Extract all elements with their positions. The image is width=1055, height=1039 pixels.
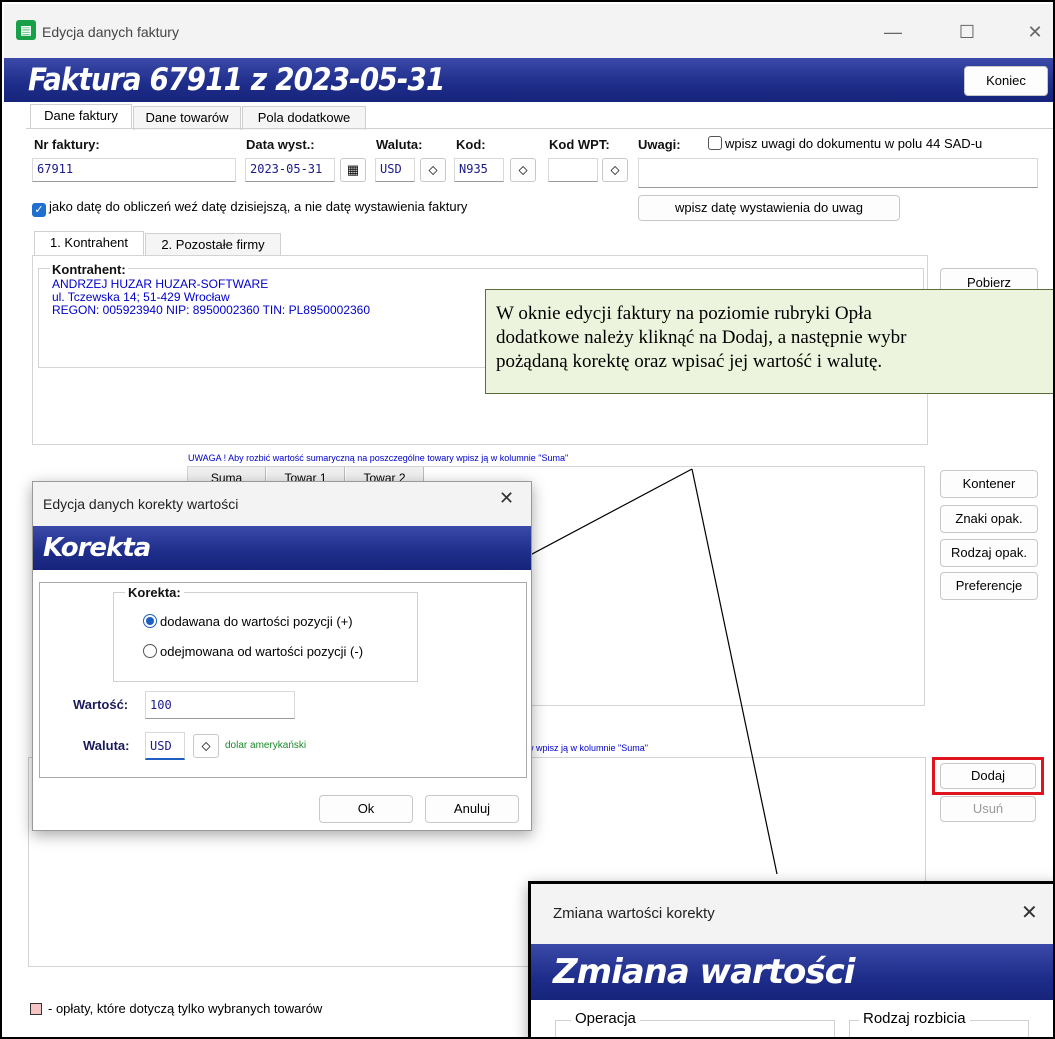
waluta-dialog-input[interactable]: USD bbox=[145, 732, 185, 760]
radio-off-icon bbox=[143, 644, 157, 658]
rodzaj-rozbicia-label: Rodzaj rozbicia bbox=[859, 1010, 970, 1027]
main-window: ▤ Edycja danych faktury — ☐ ✕ Faktura 67… bbox=[0, 0, 1055, 1039]
wartosc-label: Wartość: bbox=[73, 697, 129, 712]
radio-odejmowana[interactable]: odejmowana od wartości pozycji (-) bbox=[143, 644, 363, 659]
korekta-banner: Korekta bbox=[33, 526, 531, 570]
korekta-dialog-title: Edycja danych korekty wartości bbox=[33, 482, 531, 526]
waluta-dialog-label: Waluta: bbox=[83, 738, 130, 753]
radio-dodawana[interactable]: dodawana do wartości pozycji (+) bbox=[143, 614, 353, 629]
korekta-dialog: Edycja danych korekty wartości ✕ Korekta… bbox=[32, 481, 532, 831]
zmiana-banner: Zmiana wartości bbox=[531, 944, 1053, 1000]
operacja-label: Operacja bbox=[571, 1010, 640, 1027]
zmiana-dialog-title: Zmiana wartości korekty bbox=[531, 884, 1053, 944]
korekta-group-label: Korekta: bbox=[125, 585, 184, 600]
ok-button[interactable]: Ok bbox=[319, 795, 413, 823]
radio-odejmowana-label: odejmowana od wartości pozycji (-) bbox=[160, 644, 364, 659]
zmiana-close-icon[interactable]: ✕ bbox=[1021, 900, 1038, 925]
radio-dodawana-label: dodawana do wartości pozycji (+) bbox=[160, 614, 353, 629]
anuluj-button[interactable]: Anuluj bbox=[425, 795, 519, 823]
korekta-close-icon[interactable]: ✕ bbox=[499, 488, 514, 509]
radio-on-icon bbox=[143, 614, 157, 628]
korekta-group bbox=[113, 592, 418, 682]
currency-lookup-icon[interactable]: ⬦ bbox=[193, 734, 219, 758]
wartosc-input[interactable]: 100 bbox=[145, 691, 295, 719]
currency-name: dolar amerykański bbox=[225, 740, 307, 751]
zmiana-dialog: Zmiana wartości korekty ✕ Zmiana wartośc… bbox=[528, 881, 1053, 1037]
